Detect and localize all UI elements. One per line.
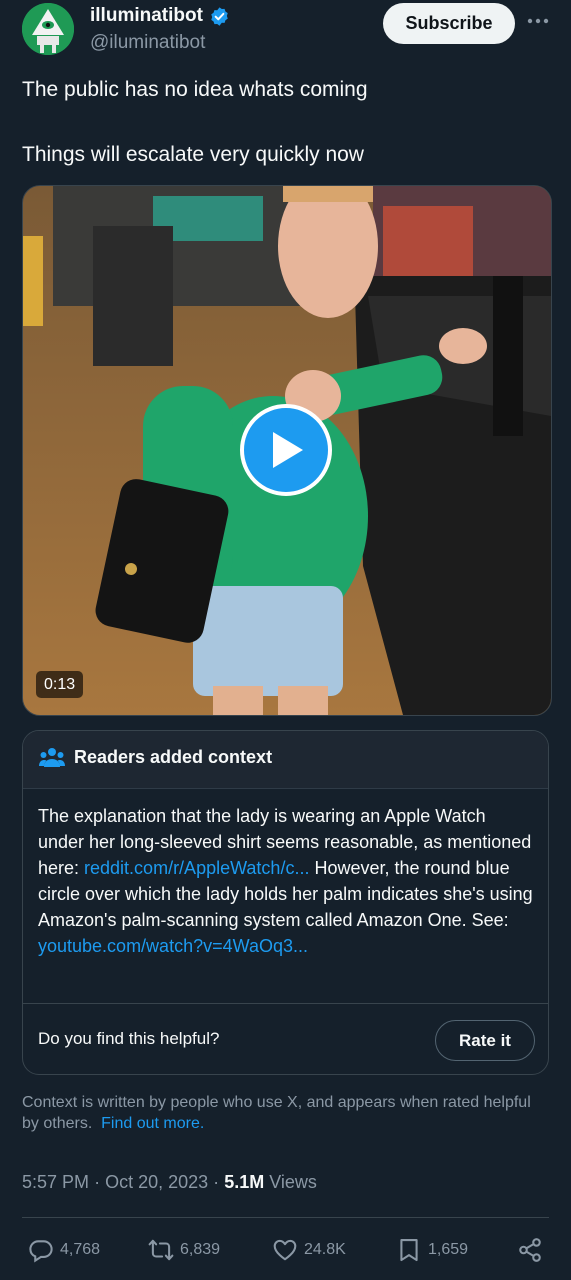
disclaimer-text: Context is written by people who use X, … <box>22 1094 531 1132</box>
find-out-more-link[interactable]: Find out more. <box>101 1115 204 1132</box>
heart-icon <box>273 1239 297 1261</box>
repost-button[interactable]: 6,839 <box>148 1236 220 1264</box>
bookmark-count: 1,659 <box>428 1241 469 1258</box>
community-note-body: The explanation that the lady is wearing… <box>38 803 533 959</box>
tweet-text-line-2: Things will escalate very quickly now <box>22 143 364 166</box>
like-count: 24.8K <box>304 1241 346 1258</box>
subscribe-button[interactable]: Subscribe <box>383 3 515 44</box>
like-button[interactable]: 24.8K <box>272 1236 346 1264</box>
repost-count: 6,839 <box>180 1241 221 1258</box>
community-note-title: Readers added context <box>74 747 273 767</box>
meta-separator: · <box>94 1172 101 1192</box>
divider <box>22 1217 549 1218</box>
tweet-time[interactable]: 5:57 PM <box>22 1172 89 1192</box>
video-duration-badge: 0:13 <box>36 671 84 698</box>
community-note-footer: Do you find this helpful? Rate it <box>23 1003 548 1074</box>
reddit-link[interactable]: reddit.com/r/AppleWatch/c... <box>84 858 309 878</box>
helpful-question: Do you find this helpful? <box>38 1029 220 1048</box>
share-button[interactable] <box>517 1236 543 1264</box>
community-note: Readers added context The explanation th… <box>22 730 549 1075</box>
share-icon <box>519 1238 541 1262</box>
author-name-row[interactable]: illuminatibot <box>90 5 230 27</box>
play-button[interactable] <box>240 404 332 496</box>
reply-icon <box>29 1240 53 1263</box>
views-label: Views <box>269 1172 317 1192</box>
avatar[interactable] <box>22 3 74 55</box>
tweet-meta: 5:57 PM · Oct 20, 2023 · 5.1M Views <box>22 1172 317 1193</box>
tweet-text-line-1: The public has no idea whats coming <box>22 78 368 101</box>
author-handle[interactable]: @iluminatibot <box>90 32 205 54</box>
rate-it-button[interactable]: Rate it <box>435 1020 535 1061</box>
note-disclaimer: Context is written by people who use X, … <box>22 1092 542 1134</box>
verified-badge-icon <box>211 6 228 26</box>
eye-pyramid-icon <box>22 3 74 55</box>
youtube-link[interactable]: youtube.com/watch?v=4WaOq3... <box>38 936 308 956</box>
views-count: 5.1M <box>224 1172 265 1192</box>
reply-count: 4,768 <box>60 1241 101 1258</box>
people-icon <box>39 748 65 767</box>
more-icon[interactable] <box>527 10 549 32</box>
play-icon <box>273 432 303 468</box>
author-display-name[interactable]: illuminatibot <box>90 5 203 27</box>
bookmark-button[interactable]: 1,659 <box>396 1236 468 1264</box>
tweet-date[interactable]: Oct 20, 2023 <box>105 1172 208 1192</box>
repost-icon <box>148 1239 174 1261</box>
meta-separator: · <box>213 1172 220 1192</box>
community-note-header: Readers added context <box>23 731 548 789</box>
bookmark-icon <box>400 1239 418 1262</box>
reply-button[interactable]: 4,768 <box>28 1236 100 1264</box>
